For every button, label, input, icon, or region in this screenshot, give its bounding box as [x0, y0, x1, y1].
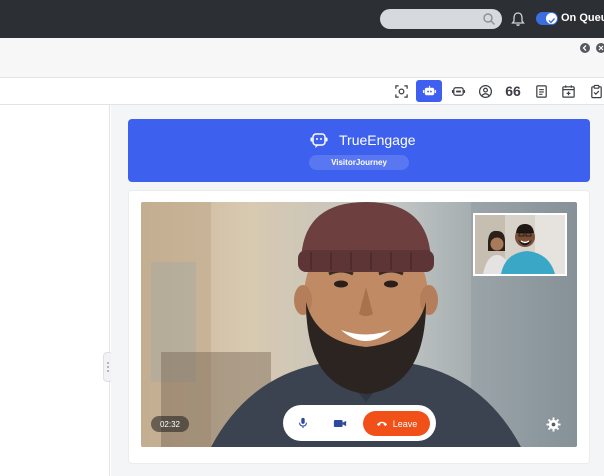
leave-call-button[interactable]: Leave	[363, 411, 430, 436]
microphone-icon	[299, 417, 307, 429]
search-input[interactable]	[380, 9, 502, 29]
on-queue-label: On Queue	[561, 12, 604, 24]
hang-up-icon	[376, 421, 387, 427]
scan-icon[interactable]	[389, 80, 413, 102]
bell-icon[interactable]	[510, 11, 526, 27]
toolbar: 66	[0, 78, 604, 105]
call-controls: Leave	[283, 405, 436, 441]
bot-icon[interactable]	[416, 80, 442, 102]
left-panel	[0, 105, 110, 476]
mute-button[interactable]	[293, 413, 313, 433]
quote-icon[interactable]: 66	[501, 80, 525, 102]
search-icon	[483, 13, 495, 25]
top-bar: On Queue	[0, 0, 604, 38]
on-queue-toggle[interactable]	[536, 12, 558, 25]
back-circle-icon[interactable]	[580, 43, 590, 53]
trueengage-logo-icon	[310, 133, 328, 148]
brand-name: TrueEngage	[339, 132, 416, 148]
call-timer: 02:32	[151, 416, 189, 432]
close-circle-icon[interactable]	[596, 43, 604, 53]
settings-gear-icon[interactable]	[546, 417, 561, 432]
video-camera-icon	[333, 419, 347, 427]
secondary-bar	[0, 38, 604, 78]
camera-button[interactable]	[329, 413, 351, 433]
leave-label: Leave	[392, 418, 418, 429]
toggle-knob	[546, 13, 557, 24]
clipboard-icon[interactable]	[584, 80, 604, 102]
calendar-icon[interactable]	[556, 80, 580, 102]
brand-header-card: TrueEngage VisitorJourney	[128, 119, 590, 182]
local-participant-video	[475, 215, 565, 274]
user-circle-icon[interactable]	[473, 80, 497, 102]
self-view-video[interactable]	[473, 213, 567, 276]
notes-icon[interactable]	[529, 80, 553, 102]
visitor-journey-pill[interactable]: VisitorJourney	[309, 155, 409, 170]
check-icon	[548, 18, 556, 24]
agent-icon[interactable]	[446, 80, 470, 102]
